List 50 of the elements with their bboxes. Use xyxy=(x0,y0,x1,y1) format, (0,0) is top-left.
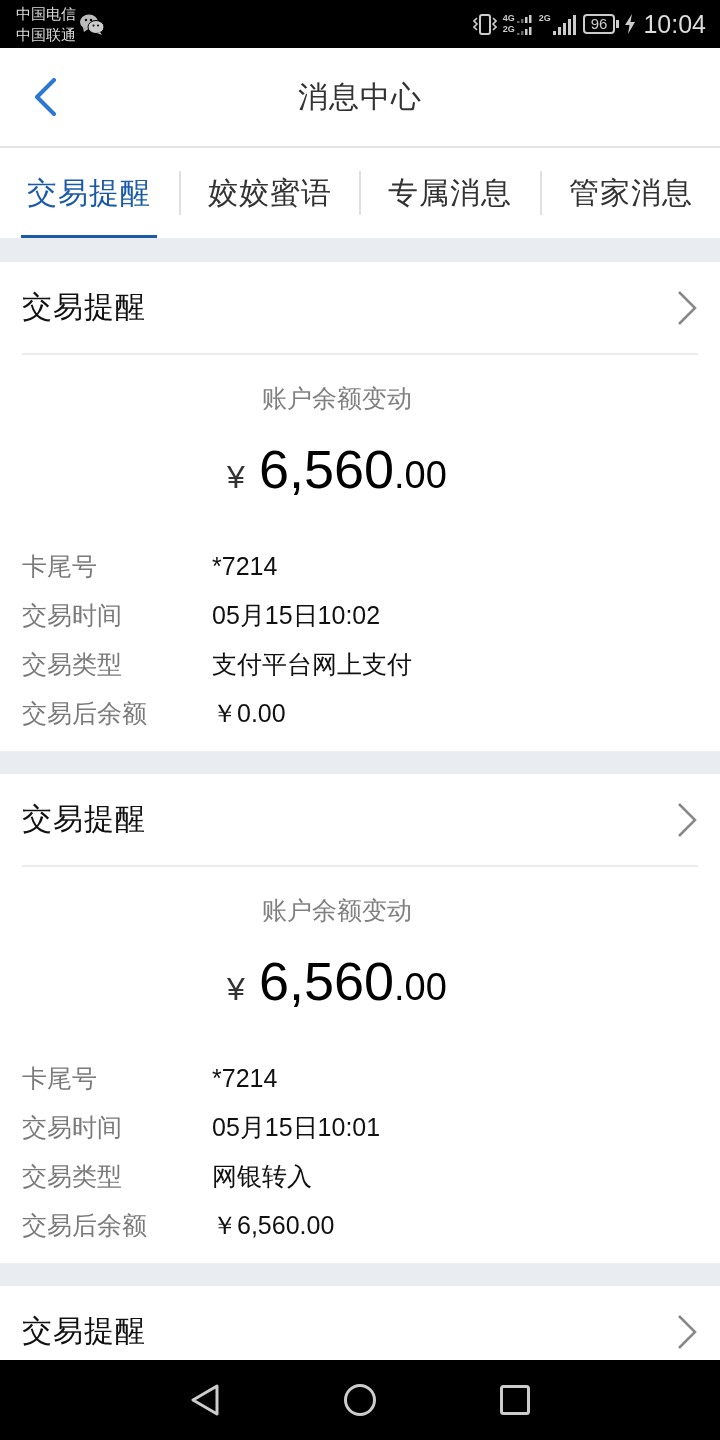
currency-symbol: ¥ xyxy=(227,971,245,1008)
amount-value: 6,560.00 xyxy=(258,438,447,501)
detail-value: *7214 xyxy=(212,552,278,581)
detail-value: ￥6,560.00 xyxy=(212,1210,335,1241)
chevron-left-icon xyxy=(32,78,58,116)
detail-value: 支付平台网上支付 xyxy=(212,649,412,680)
amount-value: 6,560.00 xyxy=(258,950,447,1013)
card-subtitle: 账户余额变动 xyxy=(262,895,412,926)
detail-label: 交易类型 xyxy=(22,649,122,680)
signal-bars-icon xyxy=(552,13,577,35)
home-nav-button[interactable] xyxy=(344,1384,376,1416)
network-type-label: 2G xyxy=(538,13,551,24)
tab[interactable]: 专属消息 xyxy=(382,148,519,238)
chevron-right-icon[interactable] xyxy=(677,289,697,326)
card-subtitle: 账户余额变动 xyxy=(262,383,412,414)
detail-value: 网银转入 xyxy=(212,1161,312,1192)
detail-value: ￥0.00 xyxy=(212,698,286,729)
page-title: 消息中心 xyxy=(297,78,423,115)
network-type-label: 4G xyxy=(502,13,515,24)
clock-time: 10:04 xyxy=(643,9,706,39)
tab[interactable]: 管家消息 xyxy=(562,148,699,238)
card-title: 交易提醒 xyxy=(22,1313,146,1349)
signal-bars-icon xyxy=(516,13,533,35)
detail-label: 交易类型 xyxy=(22,1161,122,1192)
detail-label: 卡尾号 xyxy=(22,1063,97,1094)
carrier-name: 中国联通 xyxy=(16,25,76,45)
home-circle-icon xyxy=(344,1384,376,1416)
detail-value: 05月15日10:01 xyxy=(212,1112,381,1143)
recents-square-icon xyxy=(500,1385,530,1415)
detail-label: 卡尾号 xyxy=(22,551,97,582)
detail-label: 交易时间 xyxy=(22,600,122,631)
recents-nav-button[interactable] xyxy=(500,1385,530,1415)
detail-label: 交易后余额 xyxy=(22,1210,147,1241)
currency-symbol: ¥ xyxy=(227,459,245,496)
chevron-right-icon[interactable] xyxy=(677,1313,697,1350)
chat-app-icon xyxy=(80,13,104,35)
detail-value: *7214 xyxy=(212,1064,278,1093)
back-nav-button[interactable] xyxy=(190,1384,220,1416)
detail-label: 交易时间 xyxy=(22,1112,122,1143)
back-triangle-icon xyxy=(190,1384,220,1416)
card-title: 交易提醒 xyxy=(22,801,146,837)
carrier-name: 中国电信 xyxy=(16,4,76,24)
detail-value: 05月15日10:02 xyxy=(212,600,381,631)
tab[interactable]: 姣姣蜜语 xyxy=(201,148,338,238)
network-type-label: 2G xyxy=(502,24,515,35)
detail-label: 交易后余额 xyxy=(22,698,147,729)
vibrate-icon xyxy=(472,12,497,36)
battery-indicator: 96 xyxy=(582,14,620,34)
card-title: 交易提醒 xyxy=(22,289,146,325)
chevron-right-icon[interactable] xyxy=(677,801,697,838)
